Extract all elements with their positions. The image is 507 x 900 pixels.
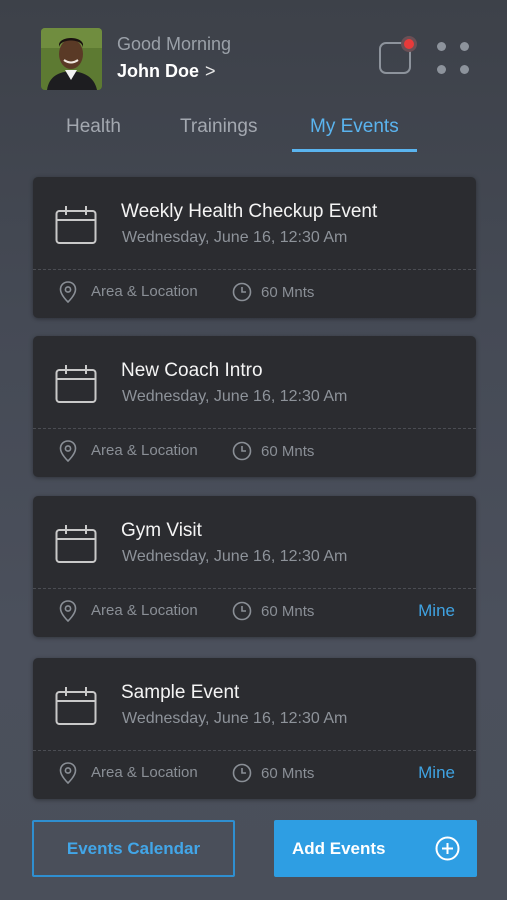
- location-pin-icon: [59, 762, 77, 784]
- event-title: Sample Event: [121, 682, 240, 703]
- location-pin-icon: [59, 281, 77, 303]
- event-card[interactable]: Weekly Health Checkup Event Wednesday, J…: [33, 177, 476, 318]
- calendar-icon: [55, 525, 97, 563]
- event-location: Area & Location: [91, 442, 198, 459]
- event-date: Wednesday, June 16, 12:30 Am: [122, 229, 348, 246]
- calendar-icon: [55, 206, 97, 244]
- events-calendar-button[interactable]: Events Calendar: [32, 820, 235, 877]
- dot: [460, 42, 469, 51]
- avatar-image: [41, 28, 102, 90]
- location-pin-icon: [59, 600, 77, 622]
- add-events-label: Add Events: [292, 839, 386, 858]
- calendar-icon: [55, 687, 97, 725]
- dot: [460, 65, 469, 74]
- tab-my-events[interactable]: My Events: [310, 112, 399, 152]
- event-date: Wednesday, June 16, 12:30 Am: [122, 388, 348, 405]
- divider: [33, 750, 476, 751]
- tab-trainings[interactable]: Trainings: [180, 112, 257, 152]
- event-location: Area & Location: [91, 602, 198, 619]
- greeting-text: Good Morning: [117, 34, 232, 54]
- tab-health[interactable]: Health: [66, 112, 121, 152]
- event-date: Wednesday, June 16, 12:30 Am: [122, 710, 348, 727]
- user-name: John Doe: [117, 61, 200, 81]
- clock-icon: [232, 282, 252, 302]
- event-location: Area & Location: [91, 283, 198, 300]
- notification-dot: [401, 36, 417, 52]
- add-events-button[interactable]: Add Events: [274, 820, 477, 877]
- header: Good Morning John Doe >: [41, 28, 469, 90]
- active-tab-indicator: [292, 149, 417, 152]
- event-tag: Mine: [418, 601, 455, 620]
- plus-circle-icon: [435, 836, 460, 861]
- event-duration: 60 Mnts: [261, 443, 315, 460]
- event-duration: 60 Mnts: [261, 765, 315, 782]
- event-tag: Mine: [418, 763, 455, 782]
- event-title: Gym Visit: [121, 520, 202, 541]
- bell-icon[interactable]: [379, 36, 417, 74]
- tab-bar: Health Trainings My Events: [40, 112, 467, 152]
- event-duration: 60 Mnts: [261, 603, 315, 620]
- event-location: Area & Location: [91, 764, 198, 781]
- divider: [33, 588, 476, 589]
- avatar[interactable]: [41, 28, 102, 90]
- calendar-icon: [55, 365, 97, 403]
- clock-icon: [232, 441, 252, 461]
- more-dots-icon[interactable]: [437, 42, 469, 74]
- event-card[interactable]: New Coach Intro Wednesday, June 16, 12:3…: [33, 336, 476, 477]
- event-title: Weekly Health Checkup Event: [121, 201, 378, 222]
- event-card[interactable]: Sample Event Wednesday, June 16, 12:30 A…: [33, 658, 476, 799]
- clock-icon: [232, 763, 252, 783]
- event-duration: 60 Mnts: [261, 284, 315, 301]
- user-name-link[interactable]: John Doe >: [117, 61, 216, 82]
- divider: [33, 269, 476, 270]
- clock-icon: [232, 601, 252, 621]
- dot: [437, 42, 446, 51]
- location-pin-icon: [59, 440, 77, 462]
- event-date: Wednesday, June 16, 12:30 Am: [122, 548, 348, 565]
- event-card[interactable]: Gym Visit Wednesday, June 16, 12:30 Am A…: [33, 496, 476, 637]
- dot: [437, 65, 446, 74]
- chevron-right-icon: >: [205, 61, 216, 81]
- event-title: New Coach Intro: [121, 360, 263, 381]
- divider: [33, 428, 476, 429]
